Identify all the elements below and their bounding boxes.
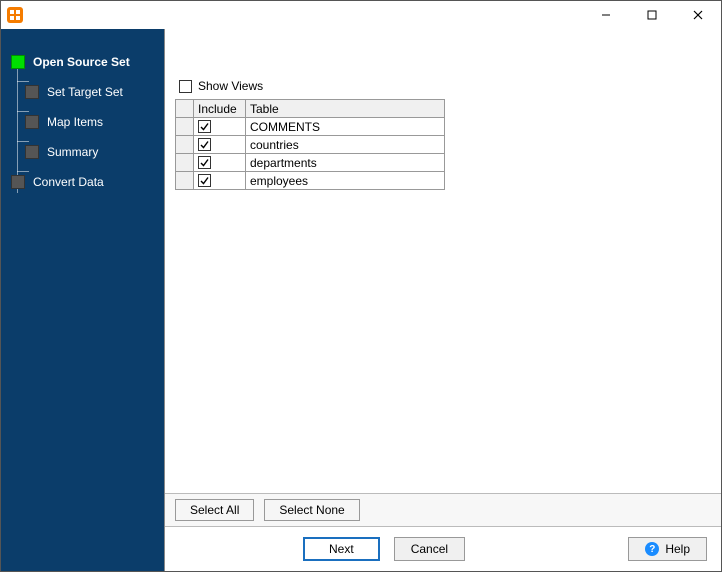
row-selector[interactable] <box>176 136 194 154</box>
step-marker-icon <box>25 85 39 99</box>
table-row[interactable]: COMMENTS <box>176 118 445 136</box>
row-selector-header <box>176 100 194 118</box>
splitter-handle[interactable] <box>162 300 167 330</box>
sidebar-item-label: Open Source Set <box>33 55 130 69</box>
sidebar-item-set-target-set[interactable]: Set Target Set <box>1 77 164 107</box>
table-name-cell[interactable]: employees <box>246 172 445 190</box>
checkbox-icon <box>198 174 211 187</box>
close-button[interactable] <box>675 1 721 29</box>
table-name-cell[interactable]: countries <box>246 136 445 154</box>
step-marker-icon <box>11 175 25 189</box>
table-row[interactable]: departments <box>176 154 445 172</box>
checkbox-icon <box>198 156 211 169</box>
sidebar-item-open-source-set[interactable]: Open Source Set <box>1 47 164 77</box>
table-row[interactable]: countries <box>176 136 445 154</box>
cancel-button[interactable]: Cancel <box>394 537 465 561</box>
include-header[interactable]: Include <box>194 100 246 118</box>
checkbox-icon <box>179 80 192 93</box>
sidebar-item-map-items[interactable]: Map Items <box>1 107 164 137</box>
sidebar-item-label: Set Target Set <box>47 85 123 99</box>
row-selector[interactable] <box>176 154 194 172</box>
next-button[interactable]: Next <box>303 537 380 561</box>
help-button[interactable]: ? Help <box>628 537 707 561</box>
select-none-button[interactable]: Select None <box>264 499 359 521</box>
sidebar-item-label: Map Items <box>47 115 103 129</box>
help-label: Help <box>665 542 690 556</box>
sidebar-item-label: Convert Data <box>33 175 104 189</box>
wizard-sidebar: Open Source Set Set Target Set Map Items… <box>1 29 164 571</box>
wizard-window: Open Source Set Set Target Set Map Items… <box>0 0 722 572</box>
table-header-row: Include Table <box>176 100 445 118</box>
include-cell[interactable] <box>194 118 246 136</box>
content-pane: Show Views Include Table COMMENTScountri… <box>164 29 721 571</box>
client-area: Open Source Set Set Target Set Map Items… <box>1 29 721 571</box>
step-marker-icon <box>25 115 39 129</box>
checkbox-icon <box>198 120 211 133</box>
show-views-checkbox[interactable]: Show Views <box>179 79 711 93</box>
maximize-button[interactable] <box>629 1 675 29</box>
show-views-label: Show Views <box>198 79 263 93</box>
include-cell[interactable] <box>194 154 246 172</box>
row-selector[interactable] <box>176 118 194 136</box>
include-cell[interactable] <box>194 136 246 154</box>
step-marker-icon <box>25 145 39 159</box>
content-upper: Show Views Include Table COMMENTScountri… <box>165 29 721 493</box>
table-row[interactable]: employees <box>176 172 445 190</box>
window-controls <box>583 1 721 29</box>
table-header[interactable]: Table <box>246 100 445 118</box>
wizard-footer: Next Cancel ? Help <box>165 527 721 571</box>
table-name-cell[interactable]: departments <box>246 154 445 172</box>
minimize-button[interactable] <box>583 1 629 29</box>
select-all-button[interactable]: Select All <box>175 499 254 521</box>
sidebar-item-convert-data[interactable]: Convert Data <box>1 167 164 197</box>
row-selector[interactable] <box>176 172 194 190</box>
table-name-cell[interactable]: COMMENTS <box>246 118 445 136</box>
sidebar-item-summary[interactable]: Summary <box>1 137 164 167</box>
source-tables-grid: Include Table COMMENTScountriesdepartmen… <box>175 99 445 190</box>
sidebar-item-label: Summary <box>47 145 98 159</box>
include-cell[interactable] <box>194 172 246 190</box>
help-icon: ? <box>645 542 659 556</box>
titlebar <box>1 1 721 29</box>
step-marker-icon <box>11 55 25 69</box>
select-buttons-row: Select All Select None <box>165 493 721 527</box>
checkbox-icon <box>198 138 211 151</box>
app-icon <box>7 7 23 23</box>
